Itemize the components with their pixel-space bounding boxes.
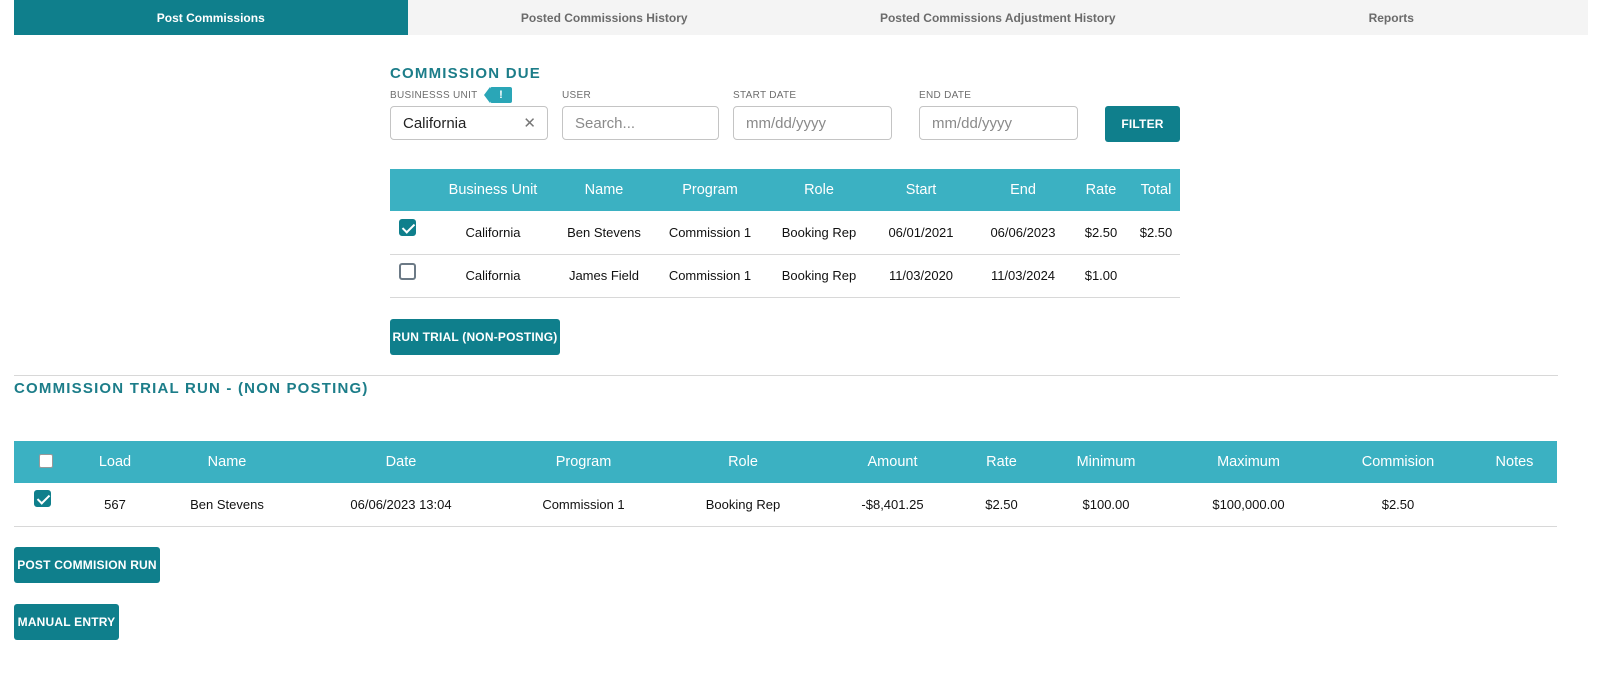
start-date-input[interactable]: mm/dd/yyyy: [733, 106, 892, 140]
start-date-placeholder: mm/dd/yyyy: [746, 114, 827, 132]
end-date-placeholder: mm/dd/yyyy: [932, 114, 1013, 132]
run-trial-button[interactable]: RUN TRIAL (NON-POSTING): [390, 319, 560, 355]
table-cell: -$8,401.25: [821, 483, 964, 527]
table-cell: $1.00: [1070, 254, 1132, 298]
table-cell: 567: [76, 483, 154, 527]
table-cell: [1132, 254, 1180, 298]
column-header: Role: [665, 441, 821, 483]
warning-icon: !: [484, 87, 512, 103]
table-cell: $2.50: [964, 483, 1039, 527]
table-cell: 11/03/2024: [976, 254, 1070, 298]
column-header: Name: [154, 441, 300, 483]
tab-post-commissions[interactable]: Post Commissions: [14, 0, 408, 35]
table-cell: $100,000.00: [1173, 483, 1324, 527]
select-column-header: [390, 169, 426, 211]
commission-due-table: Business Unit Name Program Role Start En…: [390, 169, 1180, 298]
column-header: Date: [300, 441, 502, 483]
column-header: Commision: [1324, 441, 1472, 483]
table-cell: $2.50: [1324, 483, 1472, 527]
table-cell: 06/06/2023 13:04: [300, 483, 502, 527]
table-cell: $2.50: [1070, 211, 1132, 255]
row-checkbox[interactable]: [399, 219, 416, 237]
column-header: Program: [502, 441, 665, 483]
commission-due-title: COMMISSION DUE: [390, 65, 541, 82]
table-cell: 06/06/2023: [976, 211, 1070, 255]
table-cell: Ben Stevens: [560, 211, 648, 255]
table-row: 567 Ben Stevens 06/06/2023 13:04 Commiss…: [14, 483, 1557, 527]
column-header: Rate: [964, 441, 1039, 483]
table-row: California James Field Commission 1 Book…: [390, 254, 1180, 298]
column-header: Role: [772, 169, 866, 211]
column-header: Rate: [1070, 169, 1132, 211]
table-cell: 06/01/2021: [866, 211, 976, 255]
column-header: End: [976, 169, 1070, 211]
column-header: Business Unit: [426, 169, 560, 211]
business-unit-label: BUSINESSS UNIT: [390, 90, 478, 101]
user-search-placeholder: Search...: [575, 114, 636, 132]
business-unit-value: California: [403, 114, 467, 132]
table-header-row: Load Name Date Program Role Amount Rate …: [14, 441, 1557, 483]
select-all-checkbox[interactable]: [39, 454, 53, 469]
table-cell: [1472, 483, 1557, 527]
business-unit-select[interactable]: California ✕: [390, 106, 548, 140]
table-row: California Ben Stevens Commission 1 Book…: [390, 211, 1180, 255]
row-select-cell: [390, 211, 426, 255]
table-cell: $2.50: [1132, 211, 1180, 255]
row-checkbox[interactable]: [34, 490, 51, 508]
row-checkbox[interactable]: [399, 262, 416, 280]
tab-reports[interactable]: Reports: [1195, 0, 1589, 35]
column-header: Name: [560, 169, 648, 211]
table-cell: California: [426, 211, 560, 255]
column-header: Amount: [821, 441, 964, 483]
column-header: Total: [1132, 169, 1180, 211]
end-date-input[interactable]: mm/dd/yyyy: [919, 106, 1078, 140]
table-cell: $100.00: [1039, 483, 1173, 527]
trial-run-title: COMMISSION TRIAL RUN - (NON POSTING): [14, 380, 369, 397]
table-cell: Ben Stevens: [154, 483, 300, 527]
manual-entry-button[interactable]: MANUAL ENTRY: [14, 604, 119, 640]
table-cell: California: [426, 254, 560, 298]
section-divider: [14, 375, 1558, 376]
column-header: Load: [76, 441, 154, 483]
row-select-cell: [390, 254, 426, 298]
table-cell: James Field: [560, 254, 648, 298]
start-date-label: START DATE: [733, 90, 797, 101]
table-cell: Booking Rep: [665, 483, 821, 527]
table-cell: Booking Rep: [772, 254, 866, 298]
filter-button[interactable]: FILTER: [1105, 106, 1180, 142]
table-cell: Commission 1: [648, 254, 772, 298]
post-commission-run-button[interactable]: POST COMMISION RUN: [14, 547, 160, 583]
row-select-cell: [14, 483, 76, 527]
trial-run-table: Load Name Date Program Role Amount Rate …: [14, 441, 1557, 527]
table-cell: Commission 1: [648, 211, 772, 255]
table-cell: 11/03/2020: [866, 254, 976, 298]
column-header: Minimum: [1039, 441, 1173, 483]
tab-bar: Post Commissions Posted Commissions Hist…: [14, 0, 1588, 35]
select-all-header: [14, 441, 76, 483]
column-header: Maximum: [1173, 441, 1324, 483]
column-header: Notes: [1472, 441, 1557, 483]
user-label: USER: [562, 90, 591, 101]
table-cell: Commission 1: [502, 483, 665, 527]
table-header-row: Business Unit Name Program Role Start En…: [390, 169, 1180, 211]
end-date-label: END DATE: [919, 90, 972, 101]
table-cell: Booking Rep: [772, 211, 866, 255]
clear-icon[interactable]: ✕: [523, 114, 536, 132]
column-header: Start: [866, 169, 976, 211]
tab-posted-commissions-history[interactable]: Posted Commissions History: [408, 0, 802, 35]
column-header: Program: [648, 169, 772, 211]
user-search-input[interactable]: Search...: [562, 106, 719, 140]
tab-posted-commissions-adjustment-history[interactable]: Posted Commissions Adjustment History: [801, 0, 1195, 35]
